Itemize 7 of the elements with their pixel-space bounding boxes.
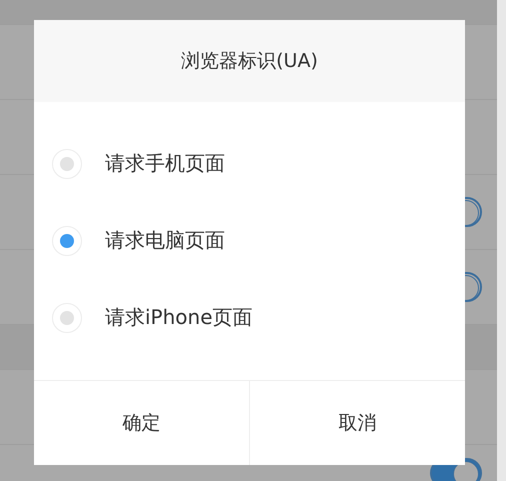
option-label[interactable]: 请求手机页面 xyxy=(105,150,225,177)
radio-button[interactable] xyxy=(52,148,82,178)
option-label[interactable]: 请求电脑页面 xyxy=(105,227,225,254)
radio-button[interactable] xyxy=(52,226,82,256)
option-label[interactable]: 请求iPhone页面 xyxy=(105,304,253,331)
dialog-title: 浏览器标识(UA) xyxy=(34,20,465,102)
radio-button[interactable] xyxy=(52,302,82,332)
